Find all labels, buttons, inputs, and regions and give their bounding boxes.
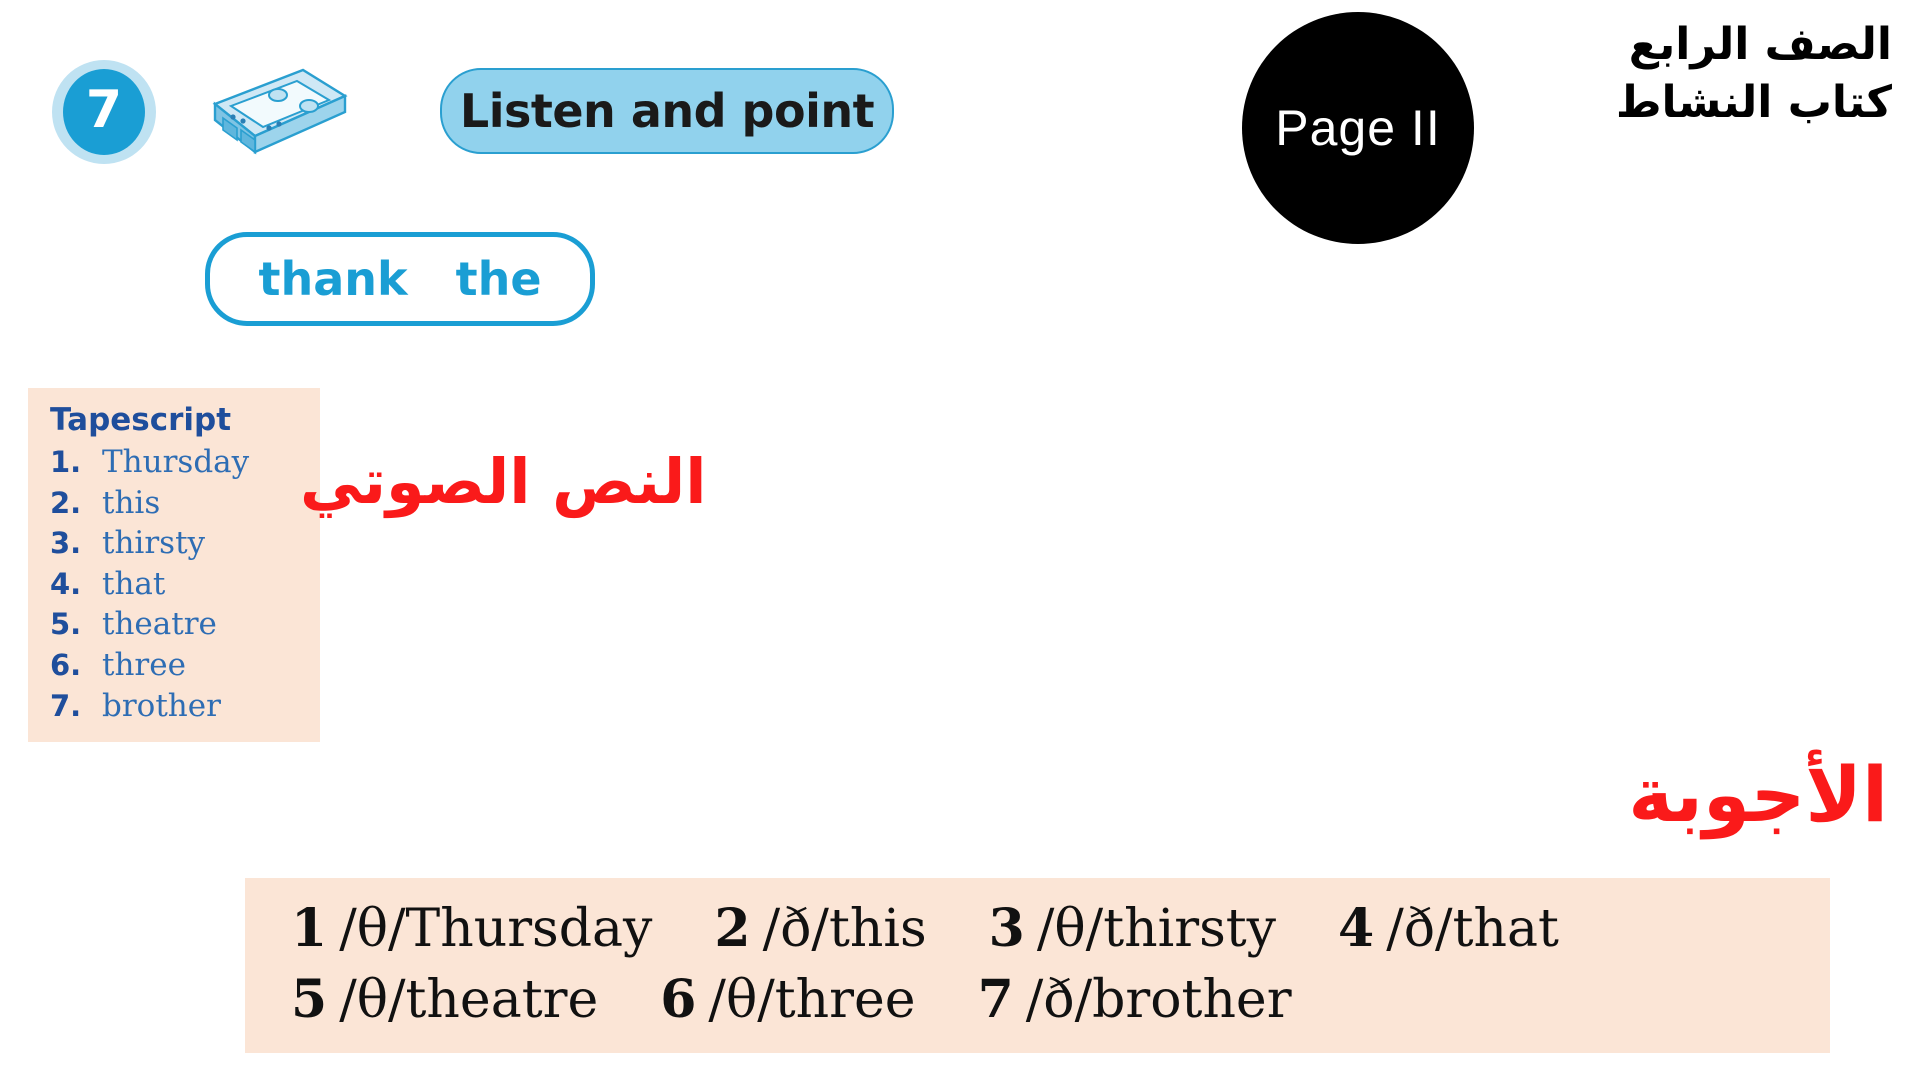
answers-arabic-label: الأجوبة [1628,750,1888,839]
tapescript-item-number: 3. [50,526,82,561]
grade-label: الصف الرابع [1628,19,1892,70]
tapescript-item-word: three [102,647,186,684]
book-label: كتاب النشاط [1615,77,1892,129]
answer-number: 4 [1338,898,1375,959]
answer-item: 3 /θ/thirsty [989,894,1276,965]
answer-text: /ð/that [1386,899,1559,959]
tapescript-item-number: 5. [50,607,82,642]
answer-number: 7 [977,968,1014,1030]
tapescript-item-number: 6. [50,648,82,683]
answers-row: 1 /θ/Thursday 2 /ð/this 3 /θ/thirsty 4 /… [291,894,1830,965]
page-badge: Page II [1242,12,1474,244]
tapescript-item: 2. this [50,483,304,524]
tapescript-item: 6. three [50,645,304,686]
sample-word-thank: thank [258,252,408,306]
page-badge-label: Page II [1275,100,1441,156]
tapescript-item-number: 2. [50,485,82,520]
answer-text: /θ/Thursday [339,899,653,959]
answer-number: 1 [291,898,328,959]
tapescript-item: 3. thirsty [50,523,304,564]
grade-book-info: الصف الرابع كتاب النشاط [1616,16,1892,132]
tapescript-item-number: 4. [50,566,82,601]
tapescript-item: 5. theatre [50,604,304,645]
answer-text: /θ/three [708,969,916,1030]
tapescript-arabic-label: النص الصوتي [300,445,707,518]
answer-number: 6 [660,968,697,1030]
answer-number: 3 [988,898,1025,959]
answer-text: /θ/theatre [339,969,599,1030]
tapescript-item: 7. brother [50,686,304,727]
answer-text: /θ/thirsty [1036,899,1277,959]
answer-item: 7 /ð/brother [978,965,1292,1036]
tapescript-title: Tapescript [50,402,232,438]
tapescript-item: 1. Thursday [50,442,304,483]
instruction-pill: Listen and point [440,68,894,154]
worksheet-page: 7 Listen and point thank the Page II الص… [0,0,1920,1080]
tapescript-item-number: 1. [50,445,82,479]
answer-text: /ð/this [762,899,927,959]
tapescript-item-word: Thursday [102,444,250,480]
exercise-number-label: 7 [63,69,145,155]
answers-box: 1 /θ/Thursday 2 /ð/this 3 /θ/thirsty 4 /… [245,878,1830,1054]
answers-row: 5 /θ/theatre 6 /θ/three 7 /ð/brother [291,965,1830,1036]
tapescript-item-word: this [102,484,161,521]
exercise-number-badge: 7 [52,60,156,164]
answer-number: 5 [291,968,328,1030]
tapescript-item-word: theatre [102,606,217,643]
instruction-label: Listen and point [459,84,875,138]
sample-words-pill: thank the [205,232,595,326]
answer-number: 2 [714,898,751,959]
tapescript-box: Tapescript 1. Thursday 2. this 3. thirst… [28,388,320,743]
answer-item: 1 /θ/Thursday [291,894,652,965]
tapescript-item-word: that [102,565,166,602]
answer-item: 2 /ð/this [714,894,926,965]
tapescript-item-number: 7. [50,688,82,723]
answer-item: 5 /θ/theatre [291,965,598,1036]
sample-word-the: the [455,252,542,306]
answer-text: /ð/brother [1025,969,1292,1030]
tapescript-item-word: thirsty [102,525,206,562]
cassette-tape-icon [185,62,350,162]
tapescript-item-word: brother [102,687,221,724]
tapescript-item: 4. that [50,564,304,605]
answer-item: 6 /θ/three [660,965,915,1036]
answer-item: 4 /ð/that [1338,894,1559,965]
